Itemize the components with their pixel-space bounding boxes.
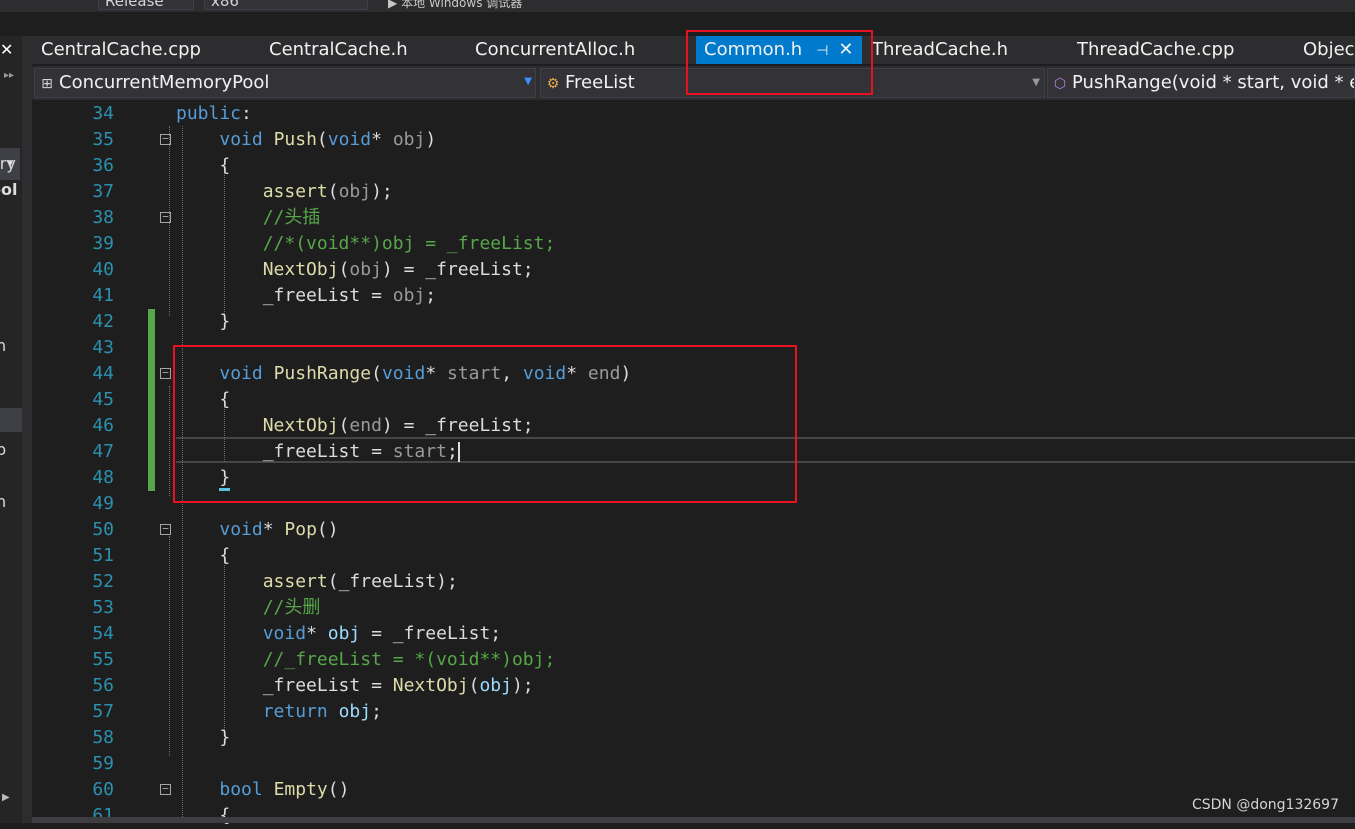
code-line: 51 { (32, 543, 1355, 569)
tab-objectpool[interactable]: Objec (1303, 36, 1355, 64)
code-line: 36 { (32, 153, 1355, 179)
tab-threadcache-h[interactable]: ThreadCache.h (872, 36, 1008, 64)
tab-concurrentalloc-h[interactable]: ConcurrentAlloc.h (475, 36, 635, 64)
play-icon: ▶ (388, 0, 398, 10)
line-number: 54 (92, 623, 114, 644)
code-line: 42 } (32, 309, 1355, 335)
code-line: 52 assert(_freeList); (32, 569, 1355, 595)
line-number: 53 (92, 597, 114, 618)
close-icon[interactable]: ✕ (0, 40, 13, 60)
left-panel-text: p (0, 440, 7, 459)
project-dropdown[interactable]: ⊞ ConcurrentMemoryPool (34, 68, 536, 98)
chevron-down-icon: ▼ (1032, 77, 1040, 88)
project-dropdown-button[interactable]: ▼ (516, 68, 536, 98)
panel-divider[interactable] (22, 36, 32, 823)
collapse-icon[interactable]: − (160, 367, 171, 379)
line-number: 61 (92, 805, 114, 826)
line-number: 39 (92, 233, 114, 254)
line-number: 45 (92, 389, 114, 410)
change-marker (148, 413, 155, 439)
line-number: 44 (92, 363, 114, 384)
method-icon: ⬡ (1053, 76, 1067, 92)
overflow-icon[interactable]: ▸▸ (4, 70, 14, 81)
line-number: 46 (92, 415, 114, 436)
line-number: 42 (92, 311, 114, 332)
left-panel-text: n (0, 336, 7, 355)
annotation-box-code (173, 345, 797, 503)
change-marker (148, 361, 155, 387)
change-marker (148, 387, 155, 413)
watermark: CSDN @dong132697 (1191, 797, 1339, 813)
line-number: 41 (92, 285, 114, 306)
code-line: 40 NextObj(obj) = _freeList; (32, 257, 1355, 283)
code-line: 54 void* obj = _freeList; (32, 621, 1355, 647)
left-panel-text: ool (0, 180, 18, 199)
line-number: 43 (92, 337, 114, 358)
line-number: 55 (92, 649, 114, 670)
member-dropdown[interactable]: ⬡PushRange(void * start, void * end) (1047, 68, 1355, 98)
code-line: 56 _freeList = NextObj(obj); (32, 673, 1355, 699)
code-line: 53 //头删 (32, 595, 1355, 621)
expand-arrow-icon[interactable]: ▶ (2, 792, 10, 803)
tab-centralcache-cpp[interactable]: CentralCache.cpp (41, 36, 201, 64)
tab-centralcache-h[interactable]: CentralCache.h (269, 36, 408, 64)
code-line: 38 − //头插 (32, 205, 1355, 231)
code-line: 60 − bool Empty() (32, 777, 1355, 803)
platform-dropdown[interactable]: x86 (204, 0, 368, 10)
line-number: 49 (92, 493, 114, 514)
line-number: 58 (92, 727, 114, 748)
change-marker (148, 465, 155, 491)
configuration-dropdown[interactable]: Release (98, 0, 194, 10)
line-number: 59 (92, 753, 114, 774)
chevron-down-icon: ▼ (524, 76, 532, 87)
run-debugger-button[interactable]: ▶ 本地 Windows 调试器 (388, 0, 522, 11)
line-number: 50 (92, 519, 114, 540)
left-panel-text: ory (0, 154, 16, 173)
line-number: 57 (92, 701, 114, 722)
code-line: 41 _freeList = obj; (32, 283, 1355, 309)
annotation-box-tab (686, 30, 873, 95)
left-panel-selection[interactable] (0, 408, 22, 432)
left-panel: ✕ ▸▸ ▼ ory ool n p h ▶ (0, 36, 22, 823)
collapse-icon[interactable]: − (160, 523, 171, 535)
project-icon: ⊞ (41, 76, 53, 92)
code-line: 50 − void* Pop() (32, 517, 1355, 543)
collapse-icon[interactable]: − (160, 783, 171, 795)
line-number: 38 (92, 207, 114, 228)
code-line: 57 return obj; (32, 699, 1355, 725)
code-line: 61 { (32, 803, 1355, 829)
line-number: 56 (92, 675, 114, 696)
line-number: 40 (92, 259, 114, 280)
class-icon: ⚙ (546, 76, 560, 92)
code-line: 35 − void Push(void* obj) (32, 127, 1355, 153)
code-line: 39 //*(void**)obj = _freeList; (32, 231, 1355, 257)
line-number: 48 (92, 467, 114, 488)
collapse-icon[interactable]: − (160, 211, 171, 223)
change-marker (148, 439, 155, 465)
code-line: 58 } (32, 725, 1355, 751)
code-line: 59 (32, 751, 1355, 777)
line-number: 35 (92, 129, 114, 150)
horizontal-scrollbar[interactable] (32, 817, 1355, 823)
line-number: 60 (92, 779, 114, 800)
line-number: 51 (92, 545, 114, 566)
line-number: 34 (92, 103, 114, 124)
change-marker (148, 335, 155, 361)
code-line: 55 //_freeList = *(void**)obj; (32, 647, 1355, 673)
code-line: 34 public: (32, 101, 1355, 127)
tab-threadcache-cpp[interactable]: ThreadCache.cpp (1077, 36, 1234, 64)
change-marker (148, 309, 155, 335)
left-panel-text: h (0, 492, 7, 511)
collapse-icon[interactable]: − (160, 133, 171, 145)
code-line: 37 assert(obj); (32, 179, 1355, 205)
toolbar: Release x86 ▶ 本地 Windows 调试器 (0, 0, 1355, 12)
line-number: 52 (92, 571, 114, 592)
line-number: 36 (92, 155, 114, 176)
line-number: 37 (92, 181, 114, 202)
line-number: 47 (92, 441, 114, 462)
